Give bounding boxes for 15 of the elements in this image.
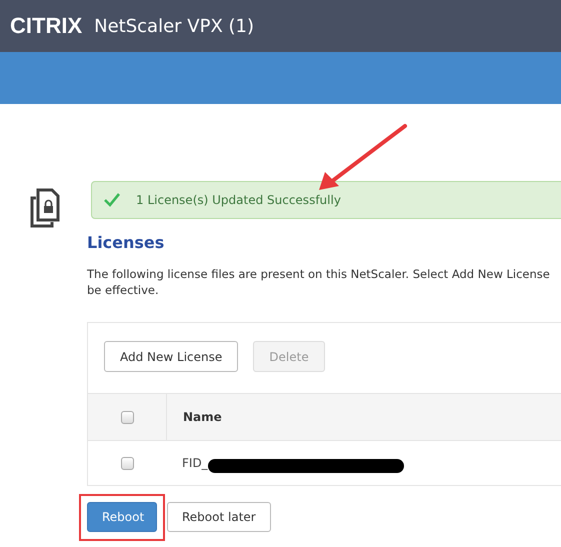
- logo: CITRIX: [10, 13, 82, 39]
- license-files-icon: [30, 188, 60, 228]
- description-text: The following license files are present on this NetScaler. Select Add New License: [87, 266, 551, 282]
- checkmark-icon: [104, 193, 120, 207]
- section-title: Licenses: [87, 233, 166, 252]
- action-button[interactable]: Reboot: [87, 502, 157, 532]
- alert-message: 1 License(s) Updated Successfully: [136, 193, 341, 207]
- row-checkbox[interactable]: [120, 456, 134, 470]
- toolbar-button[interactable]: Add New License: [104, 341, 238, 372]
- app-title: NetScaler VPX (1): [94, 16, 254, 36]
- description-text: be effective.: [87, 282, 160, 298]
- column-header[interactable]: Name: [167, 410, 222, 424]
- select-all-checkbox[interactable]: [120, 410, 134, 424]
- table-cell: FID_: [182, 456, 208, 470]
- action-button[interactable]: Reboot later: [167, 502, 271, 532]
